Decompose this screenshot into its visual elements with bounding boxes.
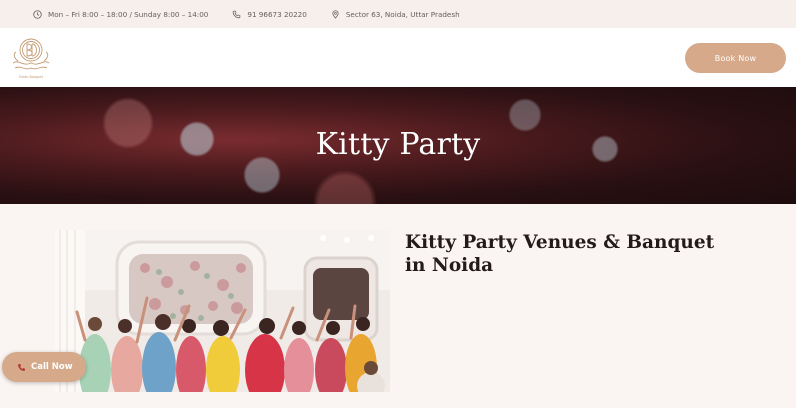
call-now-button[interactable]: Call Now: [2, 352, 86, 382]
hours-text: Mon – Fri 8:00 – 18:00 / Sunday 8:00 – 1…: [48, 9, 209, 19]
map-pin-icon: [332, 9, 339, 19]
location-item: Sector 63, Noida, Uttar Pradesh: [331, 10, 460, 19]
hours-item: Mon – Fri 8:00 – 18:00 / Sunday 8:00 – 1…: [33, 10, 208, 19]
call-now-label: Call Now: [31, 362, 73, 372]
hero-title: Kitty Party: [315, 127, 481, 162]
phone-icon: [233, 10, 241, 18]
top-info-bar: Mon – Fri 8:00 – 18:00 / Sunday 8:00 – 1…: [0, 0, 796, 28]
svg-text:Diván Banquet: Diván Banquet: [19, 75, 44, 79]
phone-text[interactable]: 91 96673 20220: [247, 10, 306, 19]
party-photo-illustration: [55, 230, 390, 392]
phone-item[interactable]: 91 96673 20220: [232, 10, 307, 19]
location-text: Sector 63, Noida, Uttar Pradesh: [345, 9, 460, 19]
monogram-logo-icon[interactable]: Diván Banquet: [9, 33, 53, 81]
phone-icon: [18, 363, 25, 371]
site-header: Diván Banquet Book Now: [0, 28, 796, 87]
hero-banner: Kitty Party: [0, 87, 796, 204]
clock-icon: [33, 9, 42, 19]
section-title: Kitty Party Venues & Banquet in Noida: [405, 232, 715, 276]
book-now-button[interactable]: Book Now: [685, 43, 786, 73]
party-photo: [55, 230, 390, 392]
